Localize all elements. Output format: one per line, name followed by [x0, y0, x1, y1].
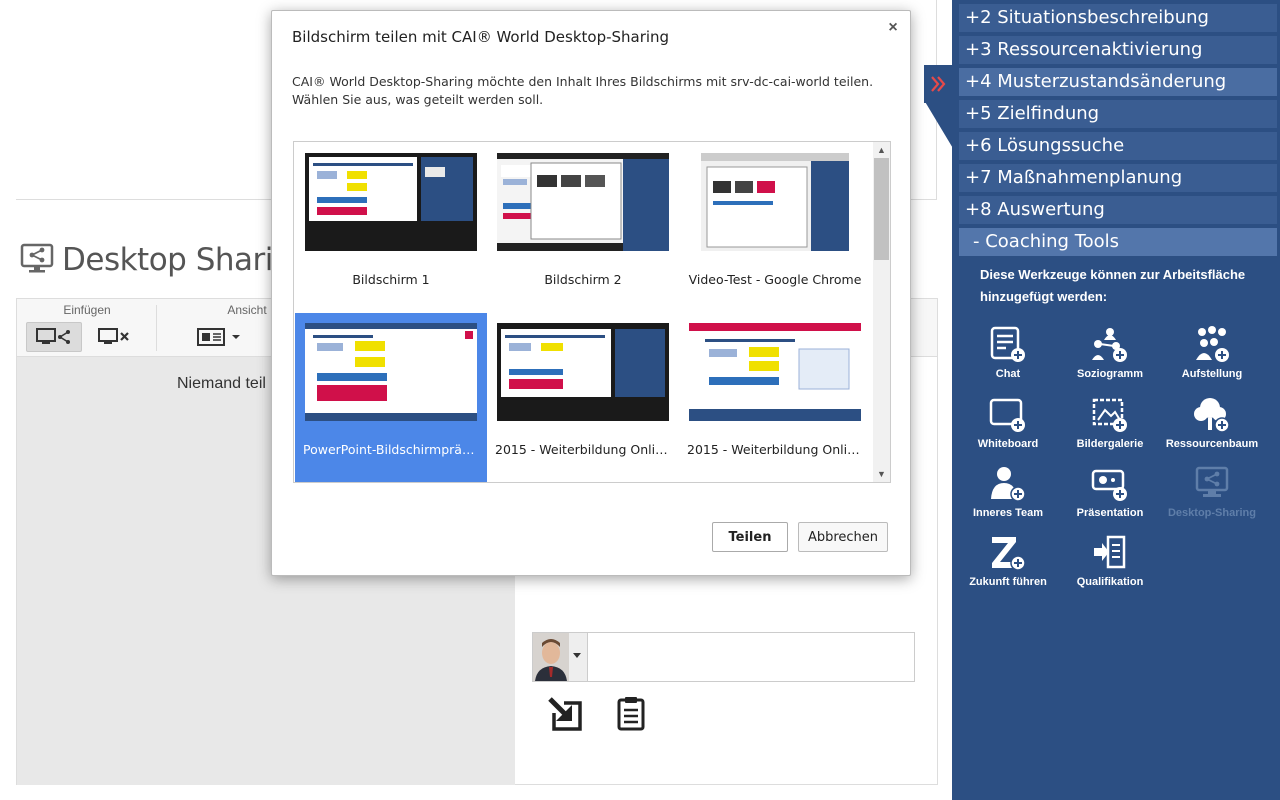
source-label: Video-Test - Google Chrome	[688, 272, 862, 287]
phase-item-loesungssuche[interactable]: +6 Lösungssuche	[959, 132, 1277, 160]
source-thumbnail	[689, 323, 861, 421]
source-item-weiterbildung-2[interactable]: 2015 - Weiterbildung Online-Coaching	[679, 313, 871, 482]
tools-description: Diese Werkzeuge können zur Arbeitsfläche…	[980, 267, 1246, 304]
desktop-sharing-icon	[1195, 466, 1229, 497]
share-button[interactable]: Teilen	[712, 522, 788, 552]
dialog-title: Bildschirm teilen mit CAI® World Desktop…	[292, 28, 670, 46]
dialog-description: CAI® World Desktop-Sharing möchte den In…	[292, 74, 874, 107]
constellation-add-icon	[1196, 326, 1229, 362]
source-label: PowerPoint-Bildschirmpräsentation	[303, 442, 487, 457]
gallery-add-icon	[1092, 398, 1127, 432]
tool-label: Bildergalerie	[1076, 438, 1144, 450]
monitor-close-icon	[98, 328, 129, 344]
sharing-status-text: Niemand teil	[177, 375, 266, 392]
source-label: 2015 - Weiterbildung Online-Coaching	[687, 442, 871, 457]
presentation-add-icon	[1091, 469, 1127, 501]
start-sharing-button[interactable]	[26, 322, 82, 352]
source-thumbnail	[701, 153, 849, 251]
tool-qualifikation[interactable]: Qualifikation	[1058, 532, 1162, 588]
source-item-screen-1[interactable]: Bildschirm 1	[295, 143, 487, 313]
source-label: Bildschirm 2	[544, 272, 622, 287]
phase-item-massnahmenplanung[interactable]: +7 Maßnahmenplanung	[959, 164, 1277, 192]
tool-label: Inneres Team	[972, 507, 1044, 519]
tool-soziogramm[interactable]: Soziogramm	[1058, 324, 1162, 380]
view-mode-dropdown[interactable]	[189, 322, 249, 352]
phase-item-situationsbeschreibung[interactable]: +2 Situationsbeschreibung	[959, 4, 1277, 32]
source-item-screen-2[interactable]: Bildschirm 2	[487, 143, 679, 313]
tool-ressourcenbaum[interactable]: Ressourcenbaum	[1160, 394, 1264, 450]
desktop-sharing-icon	[20, 240, 56, 281]
phase-item-auswertung[interactable]: +8 Auswertung	[959, 196, 1277, 224]
scroll-up-icon[interactable]: ▲	[873, 142, 890, 158]
tool-label: Qualifikation	[1076, 576, 1144, 588]
tool-bildergalerie[interactable]: Bildergalerie	[1058, 394, 1162, 450]
stop-sharing-button[interactable]	[89, 322, 139, 352]
tool-label: Soziogramm	[1076, 368, 1143, 380]
insert-arrow-icon	[548, 697, 582, 731]
desktop-sharing-header: Desktop Sharing	[20, 240, 312, 281]
sociogram-add-icon	[1092, 328, 1127, 362]
source-item-chrome-window[interactable]: Video-Test - Google Chrome	[679, 143, 871, 313]
tool-praesentation[interactable]: Präsentation	[1058, 463, 1162, 519]
source-label: Bildschirm 1	[352, 272, 430, 287]
source-item-weiterbildung-1[interactable]: 2015 - Weiterbildung Online-Coaching	[487, 313, 679, 482]
tool-inneres-team[interactable]: Inneres Team	[956, 463, 1060, 519]
source-thumbnail	[497, 153, 669, 251]
scroll-thumb[interactable]	[874, 158, 889, 260]
avatar	[533, 633, 581, 681]
current-phase-indicator	[924, 65, 954, 103]
close-icon[interactable]: ×	[884, 19, 902, 37]
avatar-selector[interactable]	[532, 632, 588, 682]
tool-chat[interactable]: Chat	[956, 324, 1060, 380]
monitor-share-icon	[36, 328, 70, 344]
phase-sidebar: +2 Situationsbeschreibung +3 Ressourcena…	[924, 0, 1280, 800]
source-picker-grid: Bildschirm 1 Bildschirm 2 Video-Test - G…	[293, 141, 891, 483]
cancel-button[interactable]: Abbrechen	[798, 522, 888, 552]
source-label: 2015 - Weiterbildung Online-Coaching	[495, 442, 679, 457]
tool-aufstellung[interactable]: Aufstellung	[1160, 324, 1264, 380]
tool-label: Präsentation	[1076, 507, 1144, 519]
tool-label: Desktop-Sharing	[1167, 507, 1256, 519]
tool-whiteboard[interactable]: Whiteboard	[956, 394, 1060, 450]
tool-zukunft-fuehren[interactable]: Zukunft führen	[956, 532, 1060, 588]
phase-item-ressourcenaktivierung[interactable]: +3 Ressourcenaktivierung	[959, 36, 1277, 64]
future-add-icon	[992, 537, 1026, 571]
scroll-down-icon[interactable]: ▼	[873, 466, 890, 482]
tool-label: Whiteboard	[977, 438, 1039, 450]
tool-label: Aufstellung	[1181, 368, 1243, 380]
share-screen-dialog: Bildschirm teilen mit CAI® World Desktop…	[271, 10, 911, 576]
phase-item-zielfindung[interactable]: +5 Zielfindung	[959, 100, 1277, 128]
whiteboard-add-icon	[989, 398, 1025, 432]
source-scrollbar[interactable]: ▲ ▼	[873, 142, 890, 482]
clipboard-button[interactable]	[615, 695, 647, 736]
tool-desktop-sharing: Desktop-Sharing	[1160, 463, 1264, 519]
ribbon-group-label: Einfügen	[63, 303, 111, 317]
chevron-down-icon	[573, 653, 581, 658]
phase-item-coaching-tools[interactable]: - Coaching Tools	[959, 228, 1277, 256]
view-layout-icon	[197, 328, 240, 346]
qualification-add-icon	[1094, 535, 1126, 569]
chat-add-icon	[990, 326, 1025, 362]
tool-label: Chat	[995, 368, 1021, 380]
source-thumbnail	[305, 323, 477, 421]
clipboard-icon	[617, 697, 645, 731]
ribbon-group-insert: Einfügen	[27, 303, 147, 317]
double-chevron-right-icon	[931, 76, 946, 92]
resource-tree-add-icon	[1194, 398, 1230, 433]
ribbon-separator	[156, 305, 157, 351]
tool-label: Ressourcenbaum	[1165, 438, 1259, 450]
tool-label: Zukunft führen	[969, 576, 1047, 588]
message-input[interactable]	[587, 632, 915, 682]
source-thumbnail	[305, 153, 477, 251]
source-item-powerpoint[interactable]: PowerPoint-Bildschirmpräsentation	[295, 313, 487, 482]
source-thumbnail	[497, 323, 669, 421]
phase-item-musterzustandsaenderung[interactable]: +4 Musterzustandsänderung	[959, 68, 1277, 96]
inner-team-add-icon	[991, 467, 1026, 502]
send-to-workspace-button[interactable]	[546, 695, 584, 738]
